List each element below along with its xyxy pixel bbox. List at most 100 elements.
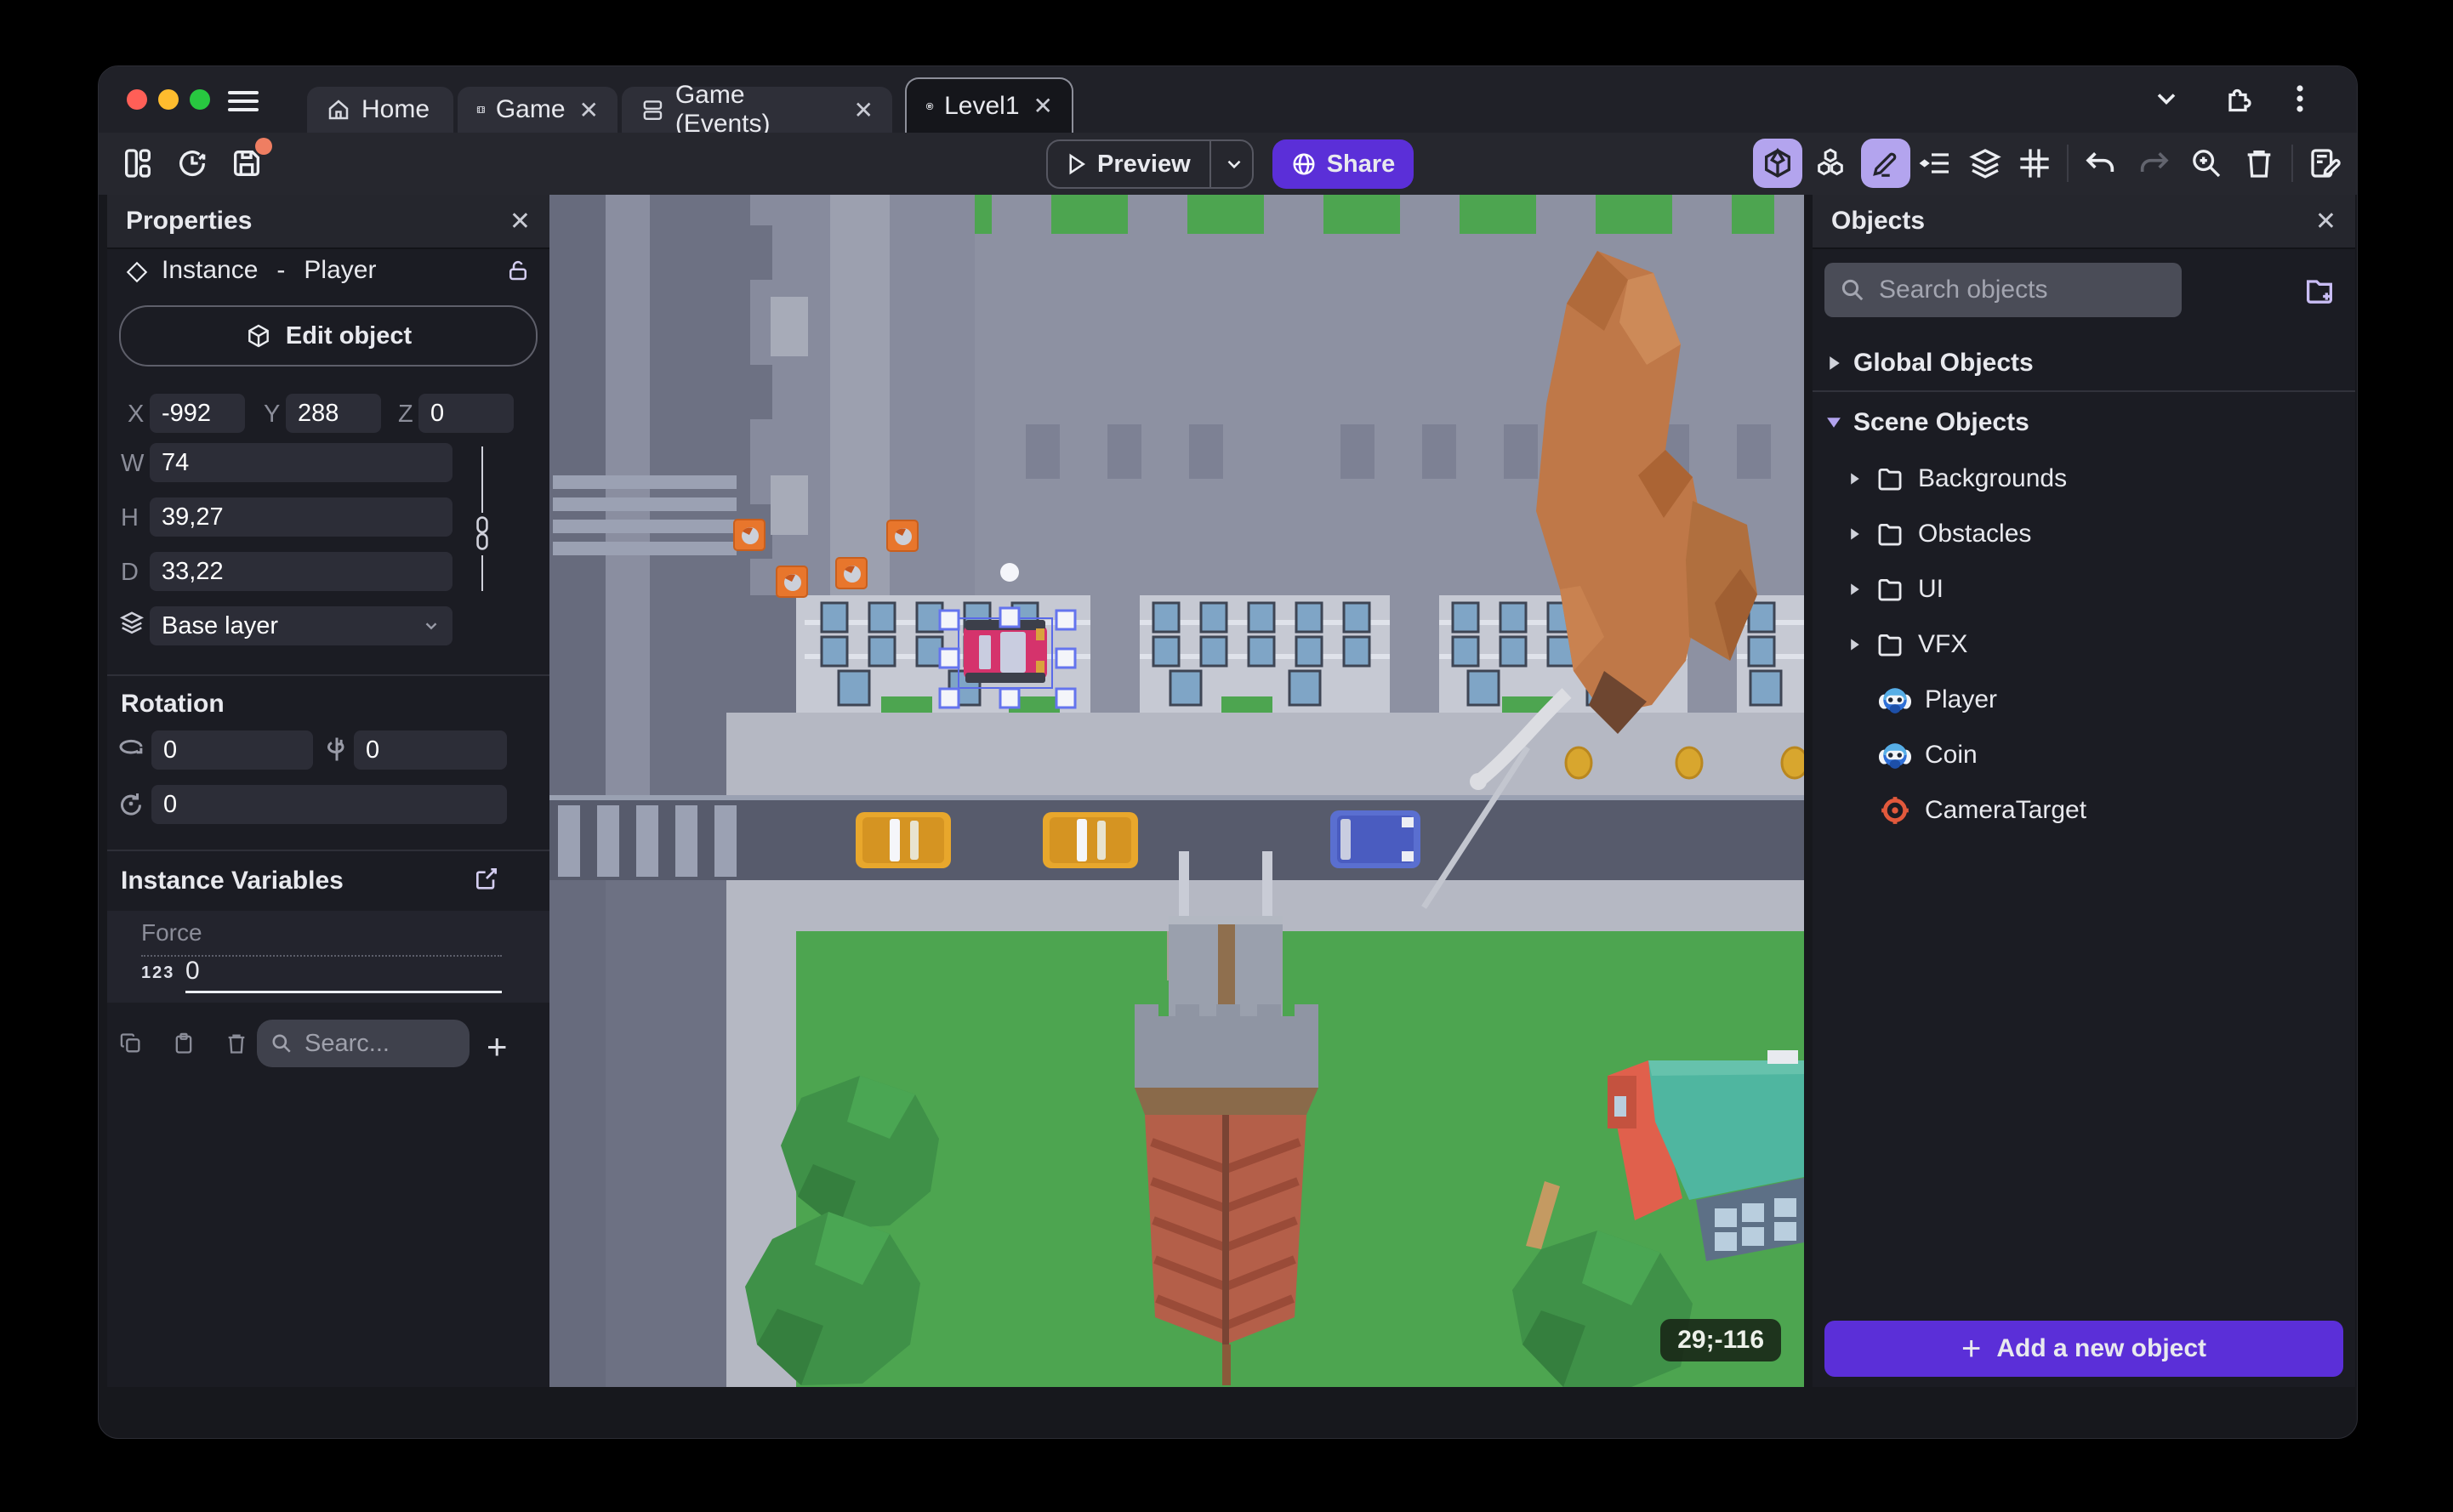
search-icon <box>1841 279 1864 301</box>
variables-search-input[interactable]: Searc... <box>257 1020 470 1067</box>
object-row-player[interactable]: Player <box>1813 673 2357 727</box>
trash-icon[interactable] <box>225 1032 248 1055</box>
tool-3d-cube-toggle[interactable] <box>1753 139 1802 188</box>
folder-icon <box>1878 578 1902 601</box>
traffic-minimize-button[interactable] <box>158 89 179 110</box>
share-button[interactable]: Share <box>1272 139 1414 189</box>
rotate-y-icon <box>327 737 344 761</box>
external-link-icon[interactable] <box>473 865 500 892</box>
group-scene-objects[interactable]: Scene Objects <box>1813 395 2357 450</box>
y-input[interactable] <box>286 394 381 433</box>
properties-panel: Properties ✕ Instance - Player Edit obje… <box>107 195 549 1387</box>
selected-player-instance[interactable] <box>958 617 1053 689</box>
rotation-z-input[interactable] <box>151 785 507 824</box>
history-icon[interactable] <box>175 146 209 180</box>
variable-value[interactable]: 0 <box>185 957 502 993</box>
objects-panel: Objects ✕ Search objects Global Objects … <box>1813 195 2355 1387</box>
folder-row-obstacles[interactable]: Obstacles <box>1813 507 2357 561</box>
d-input[interactable] <box>150 552 452 591</box>
tab-game-events[interactable]: Game (Events) ✕ <box>622 81 892 138</box>
add-new-object-button[interactable]: + Add a new object <box>1824 1321 2343 1377</box>
play-icon <box>1069 153 1086 175</box>
monkey-icon <box>1879 688 1911 713</box>
folder-row-backgrounds[interactable]: Backgrounds <box>1813 452 2357 506</box>
objects-search-input[interactable]: Search objects <box>1824 263 2182 317</box>
scene-canvas[interactable]: 29;-116 <box>549 195 1804 1387</box>
w-label: W <box>121 450 145 477</box>
instance-title: Instance - Player <box>162 256 376 285</box>
link-line <box>481 446 483 513</box>
y-label: Y <box>264 401 281 428</box>
redo-icon[interactable] <box>2137 146 2171 180</box>
tab-bar: Home Game ✕ Game (Events) ✕ Level1 ✕ <box>99 66 2357 138</box>
w-input[interactable] <box>150 443 452 482</box>
car-yellow[interactable] <box>1043 812 1138 868</box>
folder-row-ui[interactable]: UI <box>1813 562 2357 617</box>
add-variable-button[interactable]: + <box>487 1026 508 1067</box>
link-proportions-icon[interactable] <box>471 514 493 552</box>
object-row-coin[interactable]: Coin <box>1813 728 2357 782</box>
variable-name[interactable]: Force <box>141 919 502 957</box>
extensions-puzzle-icon[interactable] <box>2222 83 2253 114</box>
layer-value: Base layer <box>162 611 279 639</box>
layout-icon[interactable] <box>121 146 155 180</box>
preview-dropdown-chevron-icon[interactable] <box>1223 153 1245 175</box>
z-input[interactable] <box>418 394 514 433</box>
variable-row[interactable]: Force 123 0 <box>107 911 549 1003</box>
toolbar-divider <box>2291 145 2293 182</box>
scene-edit-icon[interactable] <box>2308 146 2342 180</box>
tab-label: Game <box>495 95 566 123</box>
h-label: H <box>121 504 139 531</box>
toolbar-divider <box>2067 145 2069 182</box>
variable-type-badge: 123 <box>141 963 175 982</box>
object-row-cameratarget[interactable]: CameraTarget <box>1813 783 2357 838</box>
tab-level1[interactable]: Level1 ✕ <box>905 77 1073 133</box>
zoom-in-icon[interactable] <box>2189 146 2223 180</box>
monkey-icon <box>1879 743 1911 769</box>
rotation-handle[interactable] <box>1000 563 1019 582</box>
layers-icon[interactable] <box>1968 146 2002 180</box>
objects-cubes-icon[interactable] <box>1813 146 1847 180</box>
road-lane <box>549 800 1804 880</box>
trash-icon[interactable] <box>2242 146 2276 180</box>
pencil-icon <box>1873 152 1897 177</box>
traffic-close-button[interactable] <box>127 89 147 110</box>
cube-3d-icon <box>248 324 269 348</box>
tab-game[interactable]: Game ✕ <box>458 87 618 133</box>
grid-icon[interactable] <box>2018 146 2052 180</box>
car-yellow[interactable] <box>856 812 951 868</box>
instance-type: Instance <box>162 256 259 284</box>
rotation-y-input[interactable] <box>354 730 507 770</box>
tab-close-icon[interactable]: ✕ <box>854 96 874 124</box>
instance-diamond-icon <box>126 261 148 283</box>
tab-close-icon[interactable]: ✕ <box>1033 92 1053 120</box>
preview-button[interactable]: Preview <box>1046 139 1254 189</box>
paste-icon[interactable] <box>172 1032 196 1055</box>
tab-close-icon[interactable]: ✕ <box>579 96 599 124</box>
layers-icon <box>119 611 145 634</box>
kebab-menu-icon[interactable] <box>2294 83 2306 114</box>
traffic-zoom-button[interactable] <box>190 89 210 110</box>
edit-object-button[interactable]: Edit object <box>119 305 538 367</box>
undo-icon[interactable] <box>2084 146 2118 180</box>
tool-edit-toggle[interactable] <box>1861 139 1910 188</box>
layer-select[interactable]: Base layer <box>150 606 452 645</box>
screenshot: Home Game ✕ Game (Events) ✕ Level1 ✕ Pre… <box>0 0 2453 1512</box>
close-icon[interactable]: ✕ <box>509 207 531 236</box>
group-global-objects[interactable]: Global Objects <box>1813 336 2357 390</box>
unlock-icon[interactable] <box>505 258 531 283</box>
chevron-down-icon[interactable] <box>2151 83 2182 114</box>
add-folder-icon[interactable] <box>2302 273 2336 307</box>
instances-list-icon[interactable] <box>1919 146 1953 180</box>
x-input[interactable] <box>150 394 245 433</box>
copy-icon[interactable] <box>119 1032 143 1055</box>
instance-separator: - <box>276 256 286 284</box>
folder-icon <box>1878 634 1902 657</box>
h-input[interactable] <box>150 497 452 537</box>
car-blue[interactable] <box>1330 810 1420 868</box>
folder-row-vfx[interactable]: VFX <box>1813 617 2357 672</box>
menu-hamburger-icon[interactable] <box>228 86 259 113</box>
rotation-x-input[interactable] <box>151 730 313 770</box>
close-icon[interactable]: ✕ <box>2315 207 2336 236</box>
tab-home[interactable]: Home <box>307 87 453 133</box>
